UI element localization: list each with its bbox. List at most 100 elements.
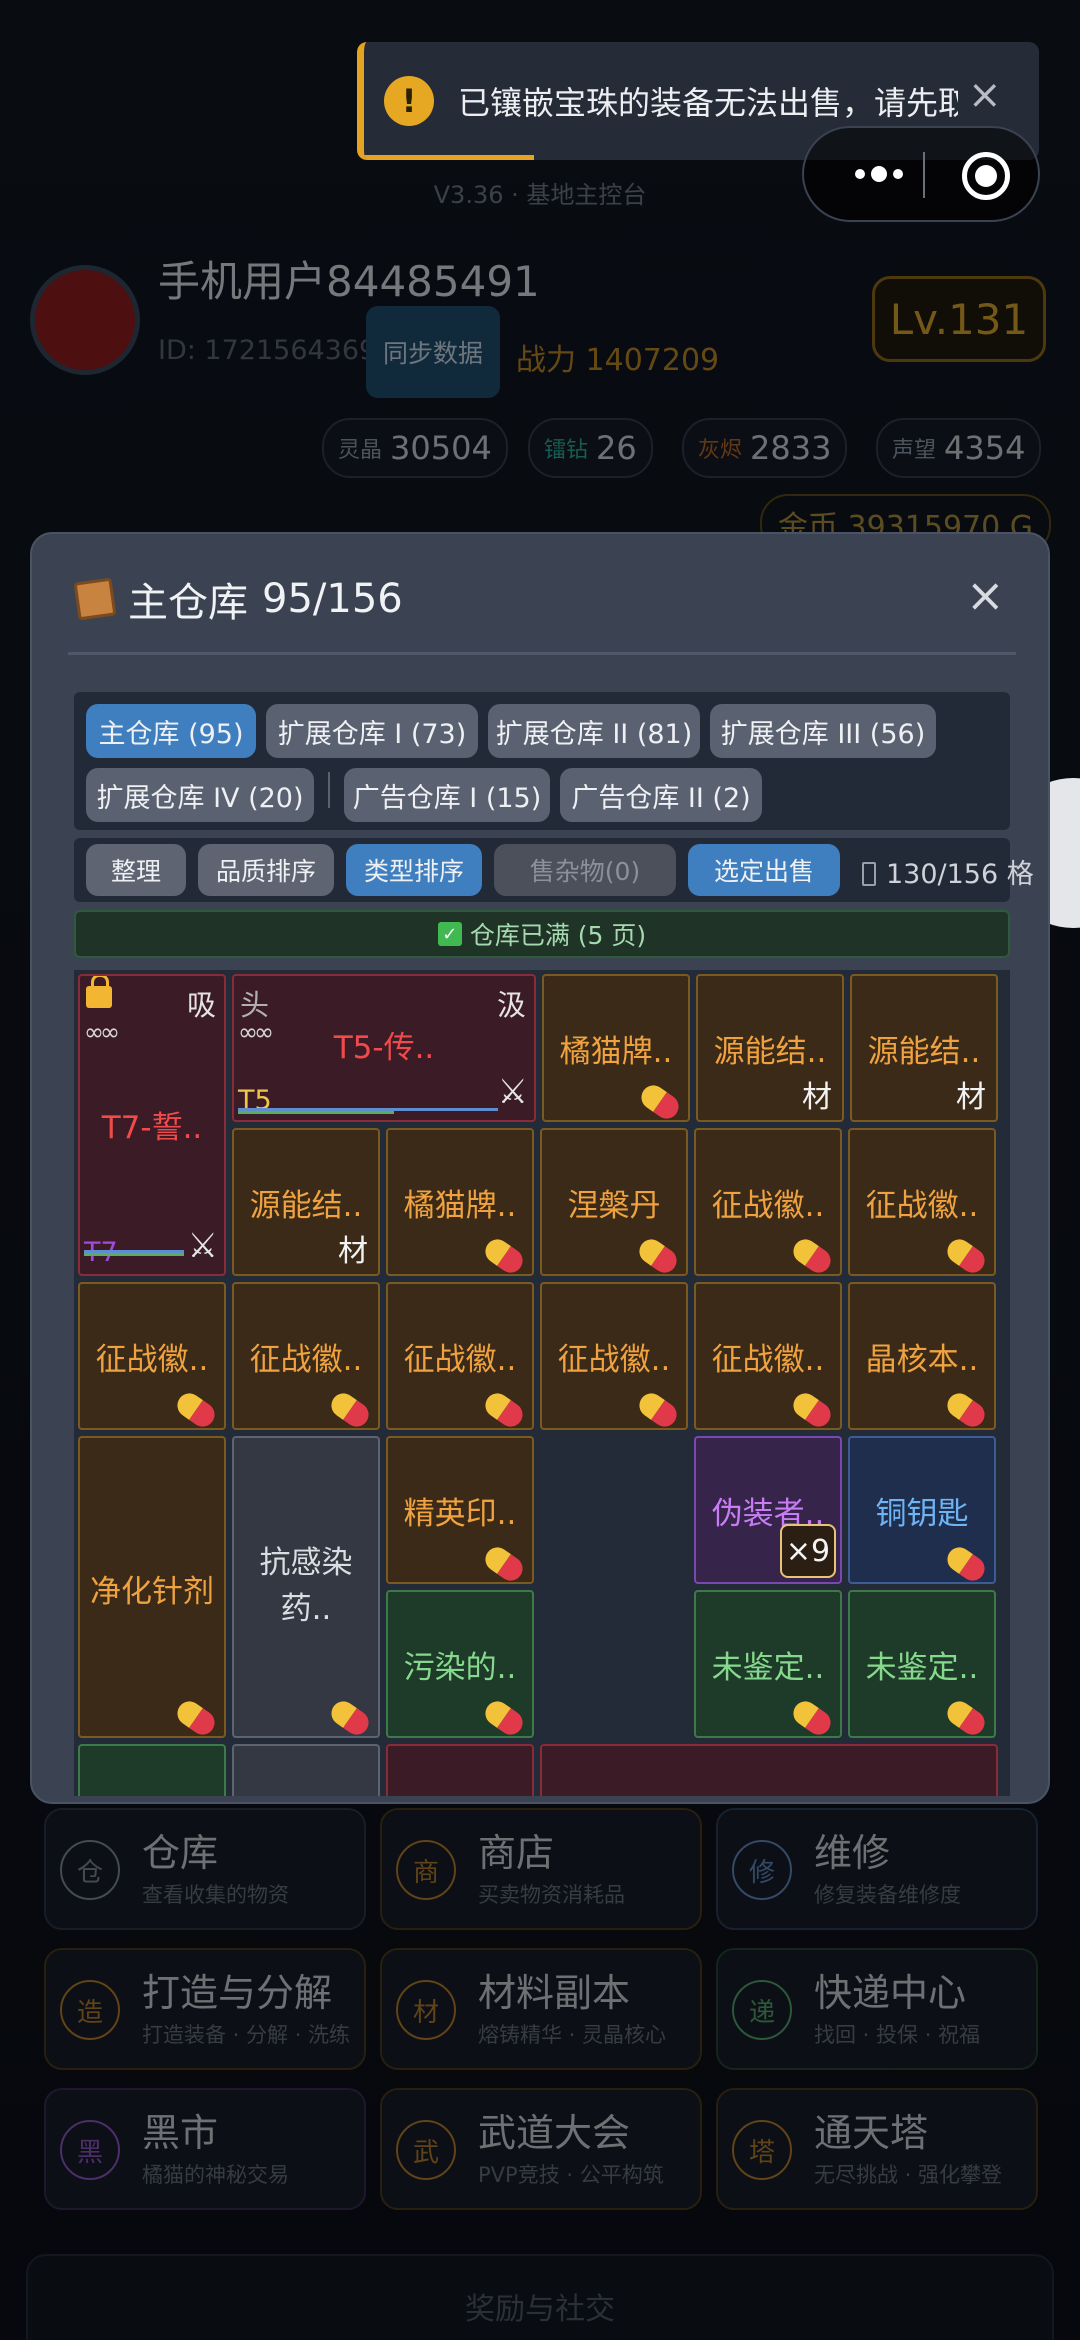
item-slot[interactable]: 橘猫牌.. — [542, 974, 690, 1122]
item-slot[interactable]: 征战徽.. — [78, 1282, 226, 1430]
pill-icon — [942, 1696, 990, 1736]
pill-icon — [788, 1388, 836, 1428]
tidy-button[interactable]: 整理 — [86, 844, 186, 896]
item-slot[interactable]: 抗感染药.. — [232, 1436, 380, 1738]
toast-message: 已镶嵌宝珠的装备无法出售，请先取出 — [458, 84, 958, 122]
menu-martial-tournament[interactable]: 武武道大会 PVP竞技 · 公平构筑 — [380, 2088, 702, 2210]
tab-ad-1[interactable]: 广告仓库 I (15) — [344, 768, 550, 822]
item-slot[interactable]: 橘猫牌.. — [386, 1128, 534, 1276]
pill-icon — [942, 1542, 990, 1582]
more-icon[interactable] — [836, 148, 922, 200]
currency-shengwang: 声望 4354 — [876, 418, 1042, 478]
quality-sort-button[interactable]: 品质排序 — [198, 844, 334, 896]
menu-craft[interactable]: 造打造与分解 打造装备 · 分解 · 洗练 — [44, 1948, 366, 2070]
item-slot[interactable]: 未鉴定.. — [694, 1590, 842, 1738]
pill-icon — [480, 1696, 528, 1736]
infinity-mark: ∞ — [100, 1018, 120, 1046]
avatar[interactable] — [30, 265, 140, 375]
item-slot[interactable]: 头 汲 ∞∞ T5-传.. T5 ⚔ — [232, 974, 536, 1122]
warehouse-icon: 仓 — [60, 1840, 120, 1900]
pill-icon — [636, 1080, 684, 1120]
material-mark: 材 — [956, 1080, 986, 1115]
toast-close-icon[interactable]: × — [968, 72, 1002, 118]
type-sort-button[interactable]: 类型排序 — [346, 844, 482, 896]
rewards-social-section: 奖励与社交 — [26, 2254, 1054, 2340]
material-icon: 材 — [396, 1980, 456, 2040]
menu-subtitle: 熔铸精华 · 灵晶核心 — [478, 2023, 667, 2047]
item-slot[interactable]: 晶核本.. — [848, 1282, 996, 1430]
item-slot[interactable]: 涅槃丹 — [540, 1128, 688, 1276]
item-grid: 吸 ∞∞ T7-誓.. T7 ⚔ 头 汲 ∞∞ T5-传.. T5 ⚔ 橘猫牌.… — [74, 970, 1010, 1796]
currency-value: 4354 — [944, 429, 1026, 467]
sell-selected-button[interactable]: 选定出售 — [688, 844, 840, 896]
menu-courier[interactable]: 递快递中心 找回 · 投保 · 祝福 — [716, 1948, 1038, 2070]
full-notice-text: 仓库已满 (5 页) — [469, 921, 647, 950]
item-slot[interactable]: 征战徽.. — [694, 1128, 842, 1276]
menu-title: 商店 — [478, 1831, 555, 1875]
currency-label: 灵晶 — [338, 438, 383, 463]
item-slot[interactable]: 污染的.. — [386, 1590, 534, 1738]
pill-icon — [480, 1234, 528, 1274]
pill-icon — [172, 1388, 220, 1428]
menu-tower[interactable]: 塔通天塔 无尽挑战 · 强化攀登 — [716, 2088, 1038, 2210]
username: 手机用户84485491 — [158, 257, 540, 306]
power-value: 战力 1407209 — [516, 343, 720, 378]
durability-bars — [238, 1108, 498, 1114]
tab-ext-1[interactable]: 扩展仓库 I (73) — [266, 704, 478, 758]
item-slot[interactable]: 伪装者.. ×9 — [694, 1436, 842, 1584]
menu-title: 仓库 — [142, 1831, 219, 1875]
item-slot[interactable]: 吸 ∞∞ T7-誓.. T7 ⚔ — [78, 974, 226, 1276]
black-market-icon: 黑 — [60, 2120, 120, 2180]
item-name: 抗感染药.. — [259, 1545, 353, 1627]
item-slot[interactable]: 源能结.. 材 — [850, 974, 998, 1122]
item-corner-mark: 吸 — [186, 988, 216, 1022]
item-slot[interactable] — [78, 1744, 226, 1796]
tab-ad-2[interactable]: 广告仓库 II (2) — [560, 768, 762, 822]
item-slot[interactable] — [540, 1744, 998, 1796]
tab-separator — [328, 772, 330, 808]
infinity-mark: ∞ — [84, 1018, 104, 1046]
item-name: 涅槃丹 — [567, 1188, 661, 1224]
menu-title: 维修 — [814, 1831, 891, 1875]
item-slot[interactable] — [386, 1744, 534, 1796]
close-miniprogram-icon[interactable] — [962, 152, 1010, 200]
menu-subtitle: 橘猫的神秘交易 — [142, 2163, 289, 2187]
item-slot[interactable]: 征战徽.. — [386, 1282, 534, 1430]
currency-huijin: 灰烬 2833 — [682, 418, 848, 478]
menu-subtitle: 查看收集的物资 — [142, 1883, 289, 1907]
item-slot[interactable]: 精英印.. — [386, 1436, 534, 1584]
sync-data-button[interactable]: 同步数据 — [366, 306, 500, 398]
sell-junk-button[interactable]: 售杂物(0) — [494, 844, 676, 896]
martial-icon: 武 — [396, 2120, 456, 2180]
item-name: T7-誓.. — [101, 1110, 203, 1146]
menu-black-market[interactable]: 黑黑市 橘猫的神秘交易 — [44, 2088, 366, 2210]
item-slot[interactable]: 未鉴定.. — [848, 1590, 996, 1738]
tab-ext-3[interactable]: 扩展仓库 III (56) — [710, 704, 936, 758]
item-corner-mark: 汲 — [496, 988, 526, 1022]
item-slot[interactable]: 征战徽.. — [540, 1282, 688, 1430]
repair-icon: 修 — [732, 1840, 792, 1900]
menu-shop[interactable]: 商商店 买卖物资消耗品 — [380, 1808, 702, 1930]
modal-count: 95/156 — [262, 576, 403, 622]
tab-ext-4[interactable]: 扩展仓库 IV (20) — [86, 768, 314, 822]
section-title: 奖励与社交 — [465, 2292, 615, 2327]
stack-count-badge: ×9 — [780, 1524, 836, 1578]
item-slot[interactable] — [232, 1744, 380, 1796]
item-slot[interactable]: 源能结.. 材 — [232, 1128, 380, 1276]
close-icon[interactable]: × — [966, 568, 1005, 622]
item-slot[interactable]: 净化针剂 — [78, 1436, 226, 1738]
menu-warehouse[interactable]: 仓仓库查看收集的物资 — [44, 1808, 366, 1930]
item-slot[interactable]: 铜钥匙 — [848, 1436, 996, 1584]
item-slot[interactable]: 征战徽.. — [848, 1128, 996, 1276]
tab-main[interactable]: 主仓库 (95) — [86, 704, 256, 758]
tab-ext-2[interactable]: 扩展仓库 II (81) — [488, 704, 700, 758]
durability-bars — [84, 1250, 184, 1256]
item-slot[interactable]: 征战徽.. — [694, 1282, 842, 1430]
item-slot[interactable]: 源能结.. 材 — [696, 974, 844, 1122]
menu-material-dungeon[interactable]: 材材料副本 熔铸精华 · 灵晶核心 — [380, 1948, 702, 2070]
modal-title: 主仓库 95/156 — [73, 570, 403, 628]
menu-title: 打造与分解 — [142, 1971, 333, 2015]
divider — [923, 152, 925, 198]
item-slot[interactable]: 征战徽.. — [232, 1282, 380, 1430]
menu-repair[interactable]: 修维修 修复装备维修度 — [716, 1808, 1038, 1930]
